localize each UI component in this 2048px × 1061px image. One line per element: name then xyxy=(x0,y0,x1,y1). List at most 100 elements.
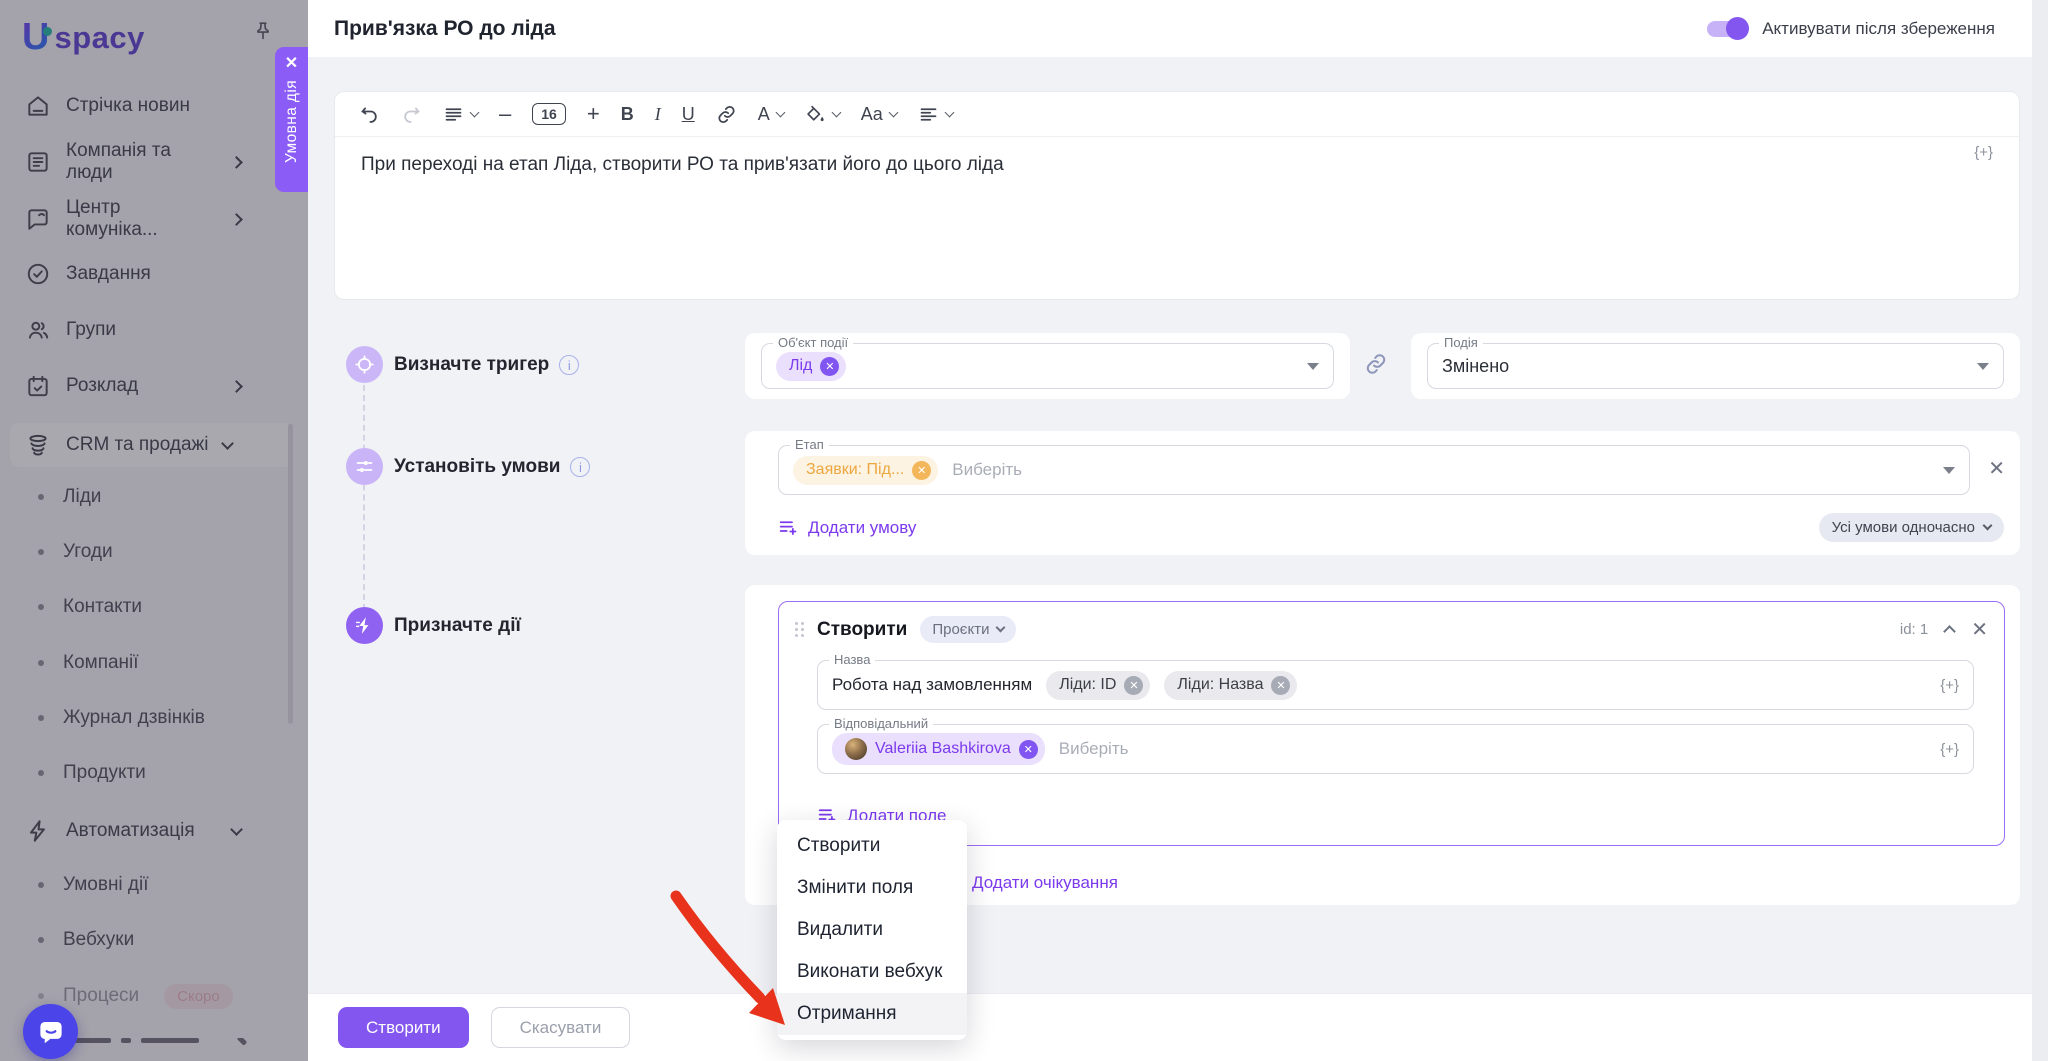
chat-bubble-icon xyxy=(25,206,51,232)
sidebar-item-call-log[interactable]: Журнал дзвінків xyxy=(0,697,296,739)
toggle-knob xyxy=(1726,17,1749,40)
sidebar-item-conditional-actions[interactable]: Умовні дії xyxy=(0,864,296,906)
page-title: Прив'язка РО до ліда xyxy=(334,17,556,41)
event-value: Змінено xyxy=(1442,356,1509,377)
insert-variable-button[interactable]: {+} xyxy=(1974,144,1993,161)
bullet-icon xyxy=(38,770,44,776)
sidebar-subitem-label: Компанії xyxy=(63,652,139,674)
typography-button[interactable]: Aa xyxy=(861,104,897,125)
chip-remove-icon[interactable]: ✕ xyxy=(820,357,839,376)
italic-button[interactable]: I xyxy=(655,104,661,125)
check-circle-icon xyxy=(25,261,51,287)
remove-action-button[interactable]: ✕ xyxy=(1971,620,1988,640)
event-object-select[interactable]: Об'єкт події Лід✕ xyxy=(761,343,1334,389)
sidebar: U spacy Стрічка новин Компанія та люди Ц… xyxy=(0,0,308,1061)
conditional-action-tab[interactable]: ✕ Умовна дія xyxy=(275,47,308,192)
font-size-value[interactable]: 16 xyxy=(532,103,566,125)
app-logo[interactable]: U spacy xyxy=(22,16,145,59)
bullet-icon xyxy=(38,660,44,666)
screen: U spacy Стрічка новин Компанія та люди Ц… xyxy=(0,0,2048,1061)
field-label: Відповідальний xyxy=(829,716,933,731)
cancel-button[interactable]: Скасувати xyxy=(491,1007,631,1048)
insert-link-button[interactable] xyxy=(716,104,737,125)
chat-launcher-button[interactable] xyxy=(23,1004,78,1059)
sidebar-item-communications[interactable]: Центр комуніка... xyxy=(0,198,296,240)
home-icon xyxy=(25,93,51,119)
conditions-step-label: Установіть умовиi xyxy=(394,456,590,478)
info-icon[interactable]: i xyxy=(570,457,590,477)
chip-remove-icon[interactable]: ✕ xyxy=(1271,676,1290,695)
collapse-icon[interactable] xyxy=(1943,625,1956,638)
chip-remove-icon[interactable]: ✕ xyxy=(912,461,931,480)
line-spacing-button[interactable] xyxy=(443,104,478,125)
chip-remove-icon[interactable]: ✕ xyxy=(1124,676,1143,695)
sidebar-item-automation[interactable]: Автоматизація xyxy=(0,810,296,852)
sidebar-item-newsfeed[interactable]: Стрічка новин xyxy=(0,85,296,127)
highlight-color-button[interactable] xyxy=(805,104,840,125)
pin-sidebar-icon[interactable] xyxy=(252,20,274,47)
conditions-mode-select[interactable]: Усі умови одночасно xyxy=(1819,513,2004,542)
link-connection-icon[interactable] xyxy=(1364,352,1388,381)
chip-remove-icon[interactable]: ✕ xyxy=(1019,740,1038,759)
calendar-icon xyxy=(25,373,51,399)
undo-button[interactable] xyxy=(359,104,380,125)
sidebar-item-webhooks[interactable]: Вебхуки xyxy=(0,919,296,961)
underline-button[interactable]: U xyxy=(682,104,695,125)
insert-variable-button[interactable]: {+} xyxy=(1940,741,1959,758)
sidebar-item-tasks[interactable]: Завдання xyxy=(0,253,296,295)
bullet-icon xyxy=(38,715,44,721)
chevron-down-icon xyxy=(944,107,954,117)
add-condition-button[interactable]: Додати умову xyxy=(778,517,916,538)
sidebar-item-companies[interactable]: Компанії xyxy=(0,642,296,684)
event-select[interactable]: Подія Змінено xyxy=(1427,343,2004,389)
info-icon[interactable]: i xyxy=(559,355,579,375)
description-text[interactable]: При переході на етап Ліда, створити РО т… xyxy=(335,137,2019,193)
sidebar-item-schedule[interactable]: Розклад xyxy=(0,365,296,407)
stage-chip: Заявки: Під...✕ xyxy=(793,456,938,485)
lightning-icon xyxy=(25,818,51,844)
drag-handle-icon[interactable] xyxy=(795,622,804,637)
trigger-step-icon xyxy=(346,346,383,383)
sidebar-item-label: Центр комуніка... xyxy=(66,197,217,241)
page-scrollbar[interactable] xyxy=(2032,0,2048,1061)
logo-dot-icon xyxy=(43,27,52,36)
decrease-font-button[interactable]: – xyxy=(499,101,511,127)
modal-header: Прив'язка РО до ліда Активувати після зб… xyxy=(308,0,2048,57)
sidebar-subitem-label: Умовні дії xyxy=(63,874,149,896)
responsible-chip: Valeriia Bashkirova✕ xyxy=(832,733,1045,765)
soon-badge: Скоро xyxy=(164,984,233,1009)
increase-font-button[interactable]: + xyxy=(587,101,600,127)
avatar xyxy=(845,738,867,760)
select-arrow-icon xyxy=(1307,363,1319,370)
sidebar-item-company[interactable]: Компанія та люди xyxy=(0,141,296,183)
sidebar-subitem-label: Угоди xyxy=(63,541,113,563)
sidebar-scrollbar[interactable] xyxy=(288,424,293,724)
editor-toolbar: – 16 + B I U A Aa xyxy=(335,92,2019,137)
sidebar-item-deals[interactable]: Угоди xyxy=(0,531,296,573)
logo-mark: U xyxy=(22,16,47,59)
activate-toggle[interactable] xyxy=(1707,21,1747,37)
text-color-button[interactable]: A xyxy=(758,104,784,125)
name-field[interactable]: Назва Робота над замовленням Ліди: ID✕ Л… xyxy=(817,660,1974,710)
sidebar-item-label: Компанія та люди xyxy=(66,140,217,184)
menu-item-create[interactable]: Створити xyxy=(777,825,967,867)
conditions-card: Етап Заявки: Під...✕ Виберіть ✕ Додати у… xyxy=(745,431,2020,555)
trigger-step-label: Визначте тригерi xyxy=(394,354,579,376)
responsible-field[interactable]: Відповідальний Valeriia Bashkirova✕ Вибе… xyxy=(817,724,1974,774)
sidebar-item-crm[interactable]: CRM та продажі xyxy=(10,423,293,467)
redo-button[interactable] xyxy=(401,104,422,125)
activate-toggle-label: Активувати після збереження xyxy=(1762,19,1995,39)
sidebar-item-groups[interactable]: Групи xyxy=(0,309,296,351)
bold-button[interactable]: B xyxy=(621,104,634,125)
close-icon[interactable]: ✕ xyxy=(285,56,298,72)
sidebar-item-products[interactable]: Продукти xyxy=(0,752,296,794)
add-wait-button[interactable]: Додати очікування xyxy=(972,873,1118,893)
create-button[interactable]: Створити xyxy=(338,1007,469,1048)
remove-condition-button[interactable]: ✕ xyxy=(1988,459,2005,479)
insert-variable-button[interactable]: {+} xyxy=(1940,677,1959,694)
align-button[interactable] xyxy=(918,104,953,125)
stage-select[interactable]: Етап Заявки: Під...✕ Виберіть xyxy=(778,445,1970,495)
sidebar-item-leads[interactable]: Ліди xyxy=(0,476,296,518)
entity-select[interactable]: Проєкти xyxy=(920,616,1016,643)
sidebar-item-contacts[interactable]: Контакти xyxy=(0,586,296,628)
